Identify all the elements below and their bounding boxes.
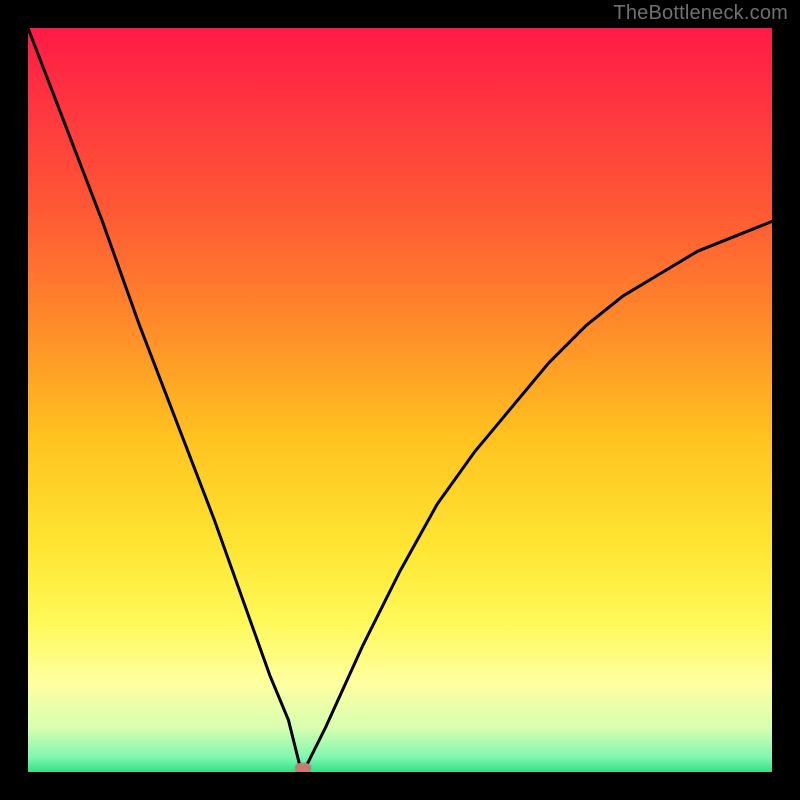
watermark-text: TheBottleneck.com — [613, 2, 788, 25]
minimum-marker — [295, 763, 311, 772]
plot-area — [28, 28, 772, 772]
bottleneck-curve — [28, 28, 772, 772]
